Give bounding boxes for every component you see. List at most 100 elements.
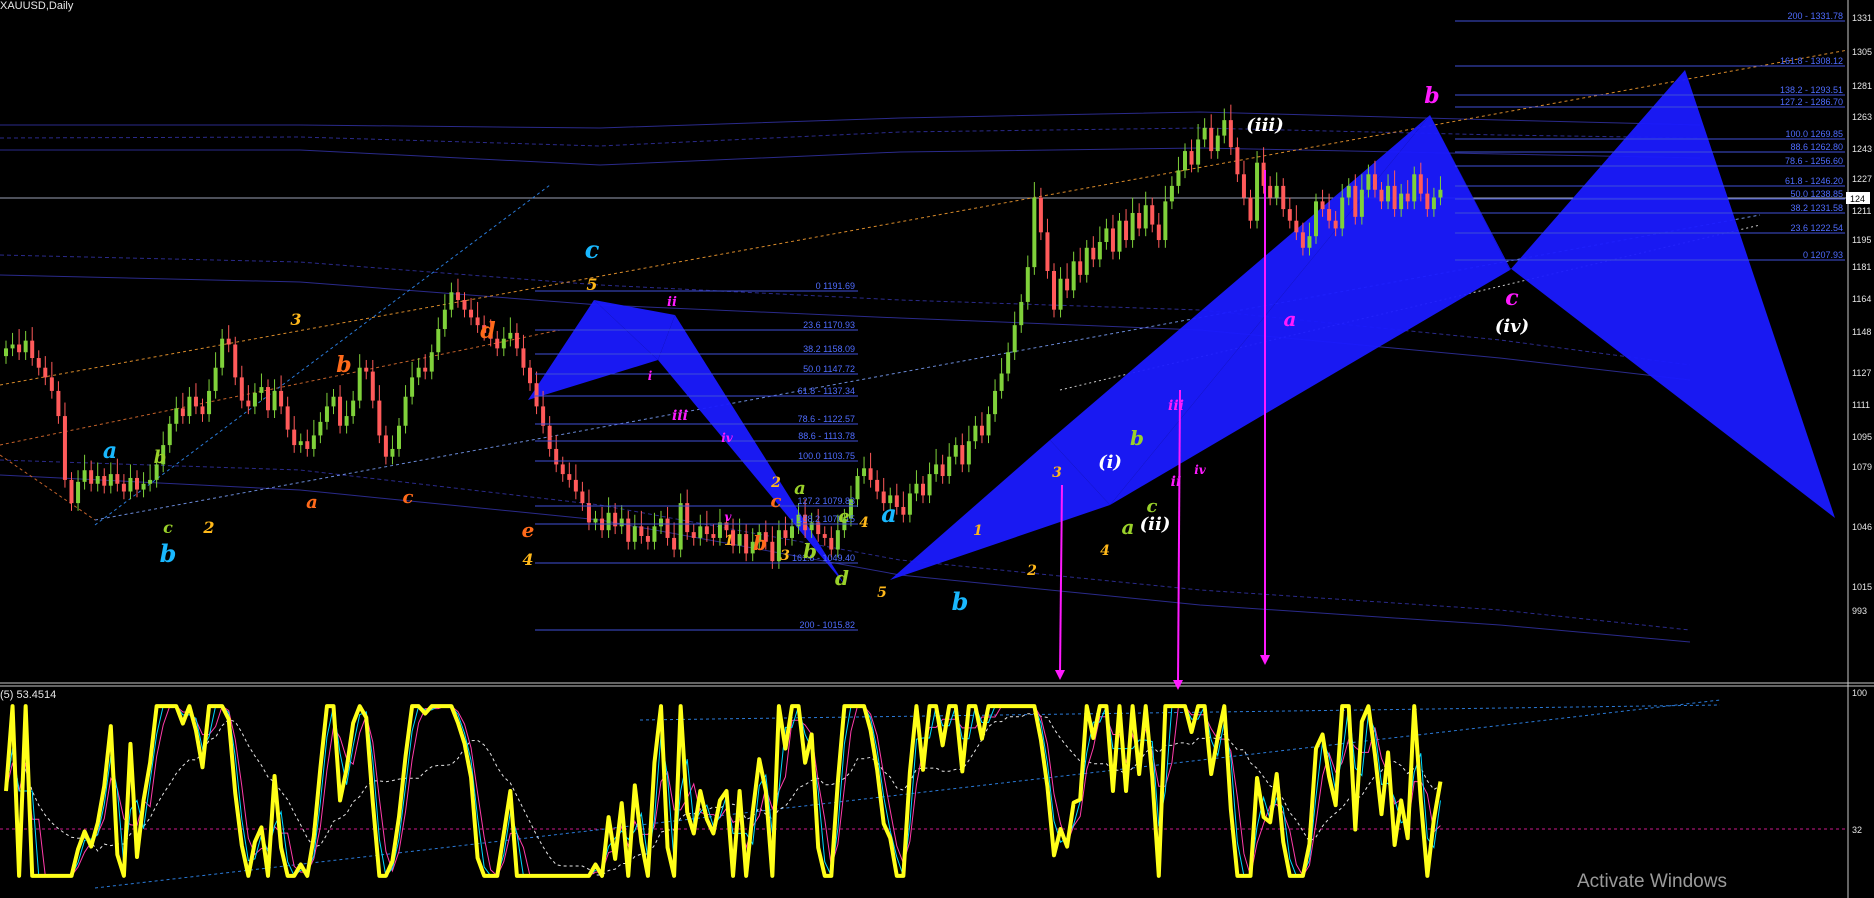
candle (357, 354, 362, 409)
candle (1117, 212, 1122, 260)
candle (1215, 127, 1220, 159)
candle (207, 379, 212, 422)
rsi-tick: 100 (1852, 688, 1867, 698)
candle-body (1150, 205, 1155, 225)
candle (868, 452, 873, 488)
harmonic-patterns (528, 70, 1835, 585)
price-tick: 1046 (1852, 522, 1872, 532)
candle-body (1176, 170, 1181, 186)
candle-body (1222, 120, 1227, 136)
candle-body (89, 470, 94, 484)
candle-body (678, 503, 683, 550)
candle-body (1366, 174, 1371, 190)
candle-body (56, 390, 61, 417)
candle-body (862, 468, 867, 477)
candle (370, 359, 375, 409)
candle-body (1425, 193, 1430, 210)
candle (1228, 104, 1233, 155)
candle-body (1248, 197, 1253, 221)
candle-body (907, 493, 912, 515)
candle-body (1045, 232, 1050, 271)
candle-body (534, 383, 539, 407)
candle (23, 330, 28, 360)
candle (1150, 197, 1155, 233)
candle-body (43, 367, 48, 378)
candle (442, 294, 447, 337)
candle-body (1163, 201, 1168, 241)
activate-windows-watermark: Activate Windows (1577, 871, 1727, 892)
candle-body (292, 429, 297, 446)
candle (239, 365, 244, 409)
candle (1274, 172, 1279, 206)
candle-body (429, 352, 434, 372)
wave-label: 4 (522, 550, 533, 569)
candle (416, 358, 421, 386)
channel-line (0, 459, 1691, 631)
candle (528, 359, 532, 391)
trading-chart[interactable]: 0 1191.69 23.6 1170.93 38.2 1158.09 50.0 11… (0, 0, 1874, 898)
candle (1287, 197, 1292, 229)
wave-label: d (835, 566, 849, 590)
candle (390, 435, 395, 465)
candle-body (717, 522, 722, 538)
candle (1110, 214, 1115, 260)
candle-body (1097, 241, 1102, 260)
candle-body (148, 479, 153, 484)
candle (704, 510, 709, 542)
candle (1025, 255, 1030, 310)
candle-body (1333, 220, 1338, 229)
candle-body (344, 416, 349, 426)
candle-body (49, 377, 54, 391)
candle-body (953, 445, 958, 457)
candle-body (233, 344, 238, 378)
candle-body (1143, 205, 1148, 229)
rsi-tick: 32 (1852, 825, 1862, 835)
candle-body (357, 367, 362, 401)
candle-body (508, 332, 513, 339)
candle-body (1012, 325, 1017, 353)
candle-body (1071, 261, 1076, 291)
candle (10, 332, 15, 357)
candle (279, 375, 284, 415)
candle (4, 340, 8, 364)
candle (645, 526, 650, 550)
candle (966, 425, 971, 473)
candle-body (469, 309, 474, 318)
candle-body (606, 512, 611, 531)
candle (1156, 212, 1161, 248)
price-tick: 1111 (1852, 400, 1870, 410)
candle-body (193, 396, 198, 407)
candle (1084, 240, 1089, 283)
candle (429, 344, 434, 380)
candle (200, 398, 205, 422)
candle-body (999, 373, 1004, 391)
wave-label: 3 (780, 548, 790, 564)
candle-body (1294, 220, 1299, 233)
price-tick: 1331 (1852, 13, 1872, 23)
candle-body (966, 441, 971, 465)
fib-level-label: 200 - 1015.82 (799, 620, 855, 630)
candle (993, 379, 998, 422)
candle-body (790, 526, 794, 538)
candle-body (383, 435, 388, 457)
price-tick: 1227 (1852, 174, 1872, 184)
fib-level-label: 38.2 1231.58 (1790, 203, 1843, 213)
wave-label: c (1505, 285, 1519, 311)
candle-body (410, 377, 415, 397)
candle (521, 334, 526, 376)
price-tick: 1181 (1852, 262, 1871, 272)
candle-body (1209, 127, 1214, 152)
candle-body (1327, 209, 1332, 221)
candle (272, 379, 277, 419)
candle (167, 416, 172, 453)
candle-body (1038, 197, 1043, 233)
candle-body (377, 400, 382, 436)
candle-body (528, 367, 532, 384)
fib-level-label: 38.2 1158.09 (803, 344, 855, 354)
candle (901, 491, 906, 523)
candle (606, 497, 611, 538)
candle (770, 526, 775, 569)
candle (979, 412, 984, 444)
candle-body (135, 477, 139, 490)
candle (377, 385, 382, 444)
